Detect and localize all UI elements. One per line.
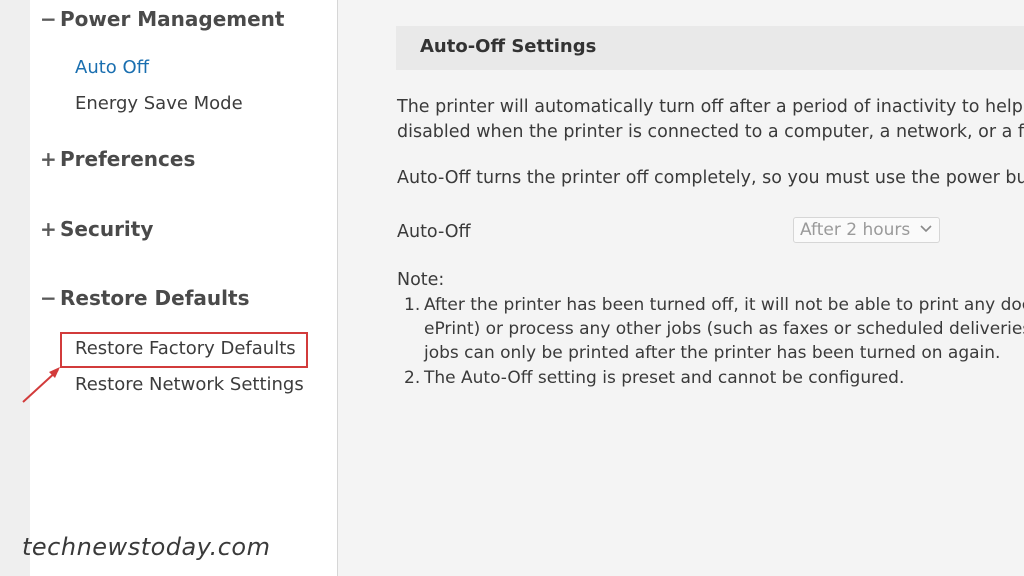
chevron-down-icon [920, 225, 932, 233]
annotation-arrow-icon [22, 367, 60, 403]
watermark: technewstoday.com [22, 533, 271, 561]
note-label: Note: [397, 270, 445, 290]
sidebar-item-auto-off[interactable]: Auto Off [75, 57, 149, 78]
note-text: After the printer has been turned off, i… [424, 295, 1024, 315]
description-line: disabled when the printer is connected t… [397, 122, 1024, 142]
note-item: 2. The Auto-Off setting is preset and can… [404, 366, 904, 390]
sidebar-gutter [0, 0, 30, 576]
power-note-paragraph: Auto-Off turns the printer off completel… [397, 168, 1024, 188]
note-text: The Auto-Off setting is preset and canno… [424, 368, 905, 388]
section-security[interactable]: + Security [40, 217, 153, 241]
section-label: Security [60, 217, 154, 241]
description-line: The printer will automatically turn off … [397, 97, 1024, 117]
collapse-icon: − [40, 7, 57, 31]
settings-header: Auto-Off Settings [396, 26, 1024, 70]
expand-icon: + [40, 217, 57, 241]
select-value: After 2 hours [800, 220, 911, 240]
sidebar-item-restore-factory-defaults[interactable]: Restore Factory Defaults [75, 338, 296, 359]
main-panel: Auto-Off Settings The printer will autom… [338, 0, 1024, 576]
page-title: Auto-Off Settings [420, 36, 597, 57]
section-label: Power Management [60, 7, 285, 31]
section-preferences[interactable]: + Preferences [40, 147, 195, 171]
note-item: 1. After the printer has been turned off,… [404, 293, 1024, 365]
note-number: 2. [404, 368, 421, 388]
collapse-icon: − [40, 286, 57, 310]
auto-off-select[interactable]: After 2 hours [793, 217, 940, 243]
sidebar: − Power Management Auto Off Energy Save M… [0, 0, 338, 576]
section-label: Restore Defaults [60, 286, 250, 310]
description-paragraph: The printer will automatically turn off … [397, 95, 1024, 145]
expand-icon: + [40, 147, 57, 171]
note-text: jobs can only be printed after the print… [424, 343, 1001, 363]
section-power-management[interactable]: − Power Management [40, 7, 284, 31]
section-restore-defaults[interactable]: − Restore Defaults [40, 286, 249, 310]
note-text: ePrint) or process any other jobs (such … [424, 319, 1024, 339]
sidebar-item-restore-network-settings[interactable]: Restore Network Settings [75, 374, 304, 395]
sidebar-item-energy-save-mode[interactable]: Energy Save Mode [75, 93, 243, 114]
section-label: Preferences [60, 147, 196, 171]
note-number: 1. [404, 295, 421, 315]
auto-off-label: Auto-Off [397, 222, 471, 242]
